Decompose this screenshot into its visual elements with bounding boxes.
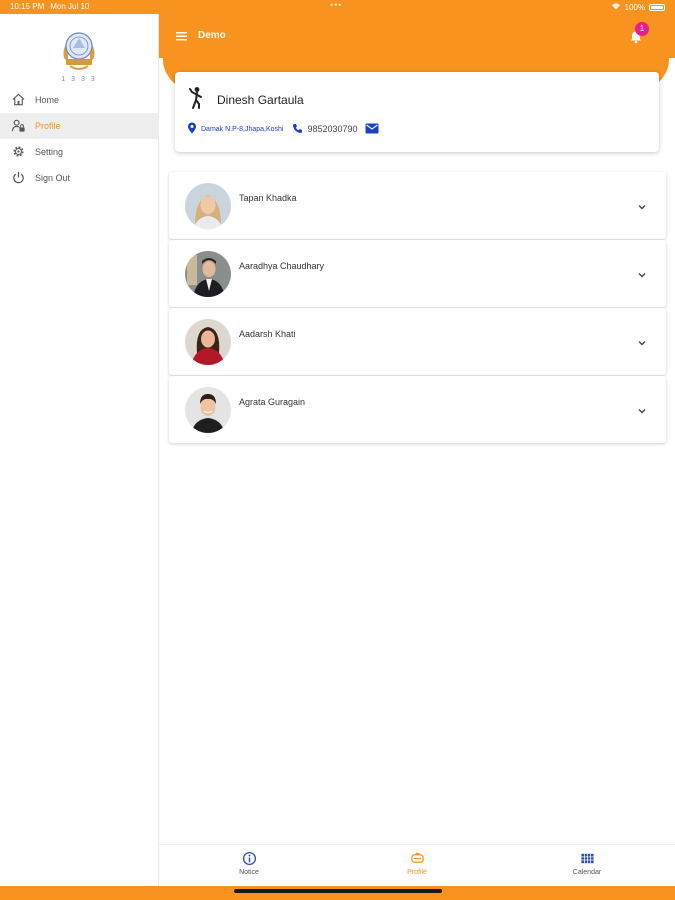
tab-calendar[interactable]: Calendar [542, 851, 632, 876]
phone-icon[interactable] [292, 123, 303, 136]
battery-icon [649, 3, 665, 11]
calendar-icon [542, 851, 632, 866]
profile-address[interactable]: Damak N.P-8,Jhapa,Koshi [201, 126, 283, 133]
sidebar-nav: Home Profile Setting Sign Out [0, 87, 159, 191]
profile-phone[interactable]: 9852030790 [307, 124, 357, 134]
info-icon [204, 851, 294, 866]
gear-icon [11, 144, 26, 161]
list-item[interactable]: Aadarsh Khati [169, 308, 666, 375]
list-item[interactable]: Agrata Guragain [169, 376, 666, 443]
sidebar-item-label: Setting [35, 147, 64, 157]
chevron-down-icon[interactable] [636, 404, 648, 416]
logo-year: 1 3 3 3 [61, 76, 97, 83]
tab-label: Notice [239, 869, 259, 876]
chevron-down-icon[interactable] [636, 268, 648, 280]
sidebar-item-sign-out[interactable]: Sign Out [0, 165, 159, 191]
power-icon [11, 170, 26, 187]
status-time: 10:15 PM [10, 2, 45, 11]
person-walking-icon [187, 86, 207, 110]
school-logo [60, 26, 98, 72]
chevron-down-icon[interactable] [636, 200, 648, 212]
avatar [185, 387, 231, 433]
tab-label: Profile [407, 869, 427, 876]
sidebar-item-label: Profile [35, 121, 61, 131]
profile-card: Dinesh Gartaula Damak N.P-8,Jhapa,Koshi … [175, 72, 659, 152]
child-name: Tapan Khadka [239, 193, 297, 203]
profile-icon [372, 851, 462, 866]
sidebar-item-label: Home [35, 95, 60, 105]
avatar [185, 251, 231, 297]
location-pin-icon [187, 122, 197, 136]
child-name: Agrata Guragain [239, 397, 306, 407]
list-item[interactable]: Tapan Khadka [169, 172, 666, 239]
child-name: Aadarsh Khati [239, 329, 296, 339]
list-item[interactable]: Aaradhya Chaudhary [169, 240, 666, 307]
app-title: Demo [198, 30, 226, 41]
tab-notice[interactable]: Notice [204, 851, 294, 876]
sidebar-item-home[interactable]: Home [0, 87, 159, 113]
status-bar: 10:15 PM Mon Jul 10 ••• 100% [0, 0, 675, 14]
profile-name: Dinesh Gartaula [217, 93, 304, 107]
app-bar: Demo 1 [159, 14, 675, 58]
battery-percent: 100% [624, 2, 645, 12]
status-date: Mon Jul 10 [50, 2, 90, 11]
bottom-nav: Notice Profile Calendar [159, 844, 675, 886]
multitask-dots[interactable]: ••• [330, 0, 342, 10]
sidebar-item-label: Sign Out [35, 173, 71, 183]
wifi-icon [611, 2, 621, 12]
home-bar [0, 886, 675, 900]
hamburger-menu-icon[interactable] [175, 29, 189, 43]
notification-badge: 1 [635, 22, 649, 36]
avatar [185, 319, 231, 365]
tab-profile[interactable]: Profile [372, 851, 462, 876]
sidebar-item-profile[interactable]: Profile [0, 113, 159, 139]
home-icon [11, 92, 26, 109]
chevron-down-icon[interactable] [636, 336, 648, 348]
contact-row: Damak N.P-8,Jhapa,Koshi 9852030790 [187, 122, 379, 136]
child-name: Aaradhya Chaudhary [239, 261, 325, 271]
email-icon[interactable] [365, 123, 379, 136]
avatar [185, 183, 231, 229]
sidebar-item-setting[interactable]: Setting [0, 139, 159, 165]
home-indicator[interactable] [234, 889, 442, 893]
profile-lock-icon [11, 118, 26, 135]
main-content: Dinesh Gartaula Damak N.P-8,Jhapa,Koshi … [159, 58, 675, 844]
children-list: Tapan Khadka Aaradhya Chaudhary Aadarsh … [169, 172, 666, 444]
tab-label: Calendar [572, 869, 602, 876]
sidebar: 1 3 3 3 Home Profile Setting Sign Out [0, 14, 159, 886]
